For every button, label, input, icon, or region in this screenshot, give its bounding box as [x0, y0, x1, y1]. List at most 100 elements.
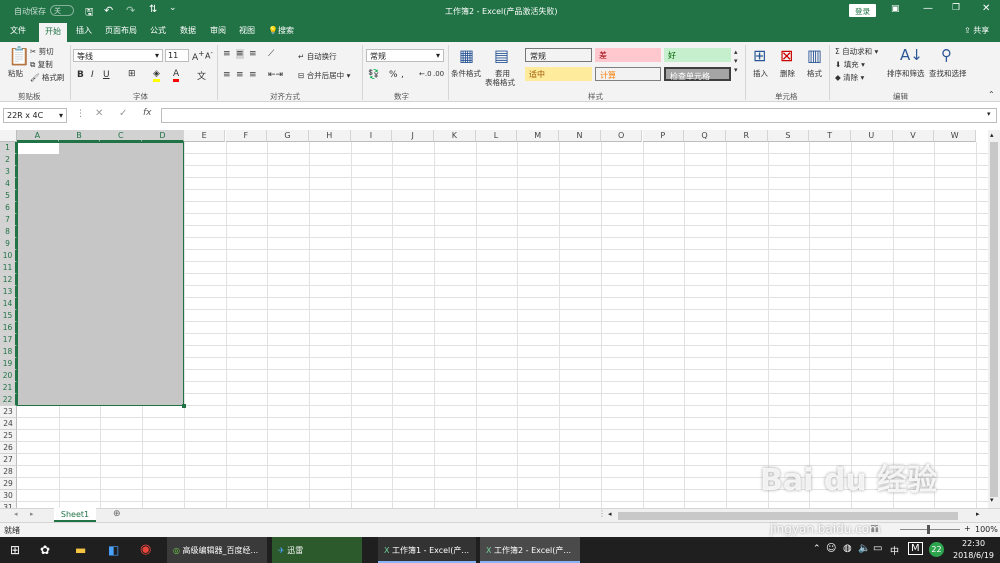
column-header-a[interactable]: A	[17, 130, 59, 142]
autosum-button[interactable]: Σ 自动求和 ▾	[835, 46, 878, 57]
row-header-6[interactable]: 6	[0, 202, 17, 214]
column-header-h[interactable]: H	[308, 130, 351, 142]
row-header-5[interactable]: 5	[0, 190, 17, 202]
active-cell[interactable]	[18, 143, 59, 154]
insert-cells-label[interactable]: 插入	[753, 68, 768, 79]
column-header-o[interactable]: O	[600, 130, 643, 142]
zoom-in-icon[interactable]: +	[964, 524, 971, 533]
phonetic-icon[interactable]: 文	[197, 69, 206, 82]
taskbar-item-editor[interactable]: ◎ 高级编辑器_百度经...	[167, 537, 267, 563]
style-calculation[interactable]: 计算	[595, 67, 661, 81]
expand-formula-icon[interactable]: ▾	[987, 110, 991, 118]
column-header-m[interactable]: M	[517, 130, 560, 142]
align-left-icon[interactable]: ≡	[223, 70, 231, 80]
shrink-font-icon[interactable]: A-	[205, 49, 213, 61]
split-handle-icon[interactable]: ⋮	[598, 509, 606, 518]
row-header-23[interactable]: 23	[0, 406, 17, 418]
chrome-icon[interactable]: ◉	[140, 542, 151, 557]
clear-button[interactable]: ◆ 清除 ▾	[835, 72, 864, 83]
indent-icon[interactable]: ⇤⇥	[268, 70, 283, 80]
row-header-11[interactable]: 11	[0, 262, 17, 274]
login-button[interactable]: 登录	[849, 4, 876, 17]
save-icon[interactable]: 🖫	[85, 5, 94, 22]
column-header-g[interactable]: G	[267, 130, 309, 142]
find-icon[interactable]: ⚲	[941, 46, 952, 64]
percent-button[interactable]: %	[389, 70, 398, 80]
merge-center-button[interactable]: ⊟ 合并后居中 ▾	[298, 70, 350, 81]
select-all-corner[interactable]	[0, 130, 17, 142]
column-header-k[interactable]: K	[434, 130, 476, 142]
delete-cells-label[interactable]: 删除	[780, 68, 795, 79]
row-header-4[interactable]: 4	[0, 178, 17, 190]
restore-icon[interactable]: ❐	[952, 3, 960, 13]
column-header-f[interactable]: F	[225, 130, 268, 142]
volume-icon[interactable]: 🔈	[858, 543, 870, 554]
column-header-q[interactable]: Q	[684, 130, 726, 142]
column-header-r[interactable]: R	[725, 130, 768, 142]
taskbar-item-xunlei[interactable]: ✈ 迅雷	[272, 537, 362, 563]
scroll-down-icon[interactable]: ▾	[990, 496, 994, 504]
wrap-text-button[interactable]: ↵ 自动换行	[298, 51, 337, 62]
sort-filter-label[interactable]: 排序和筛选	[887, 68, 925, 79]
column-header-c[interactable]: C	[100, 130, 143, 142]
borders-icon[interactable]: ⊞	[128, 69, 136, 79]
row-header-8[interactable]: 8	[0, 226, 17, 238]
row-header-26[interactable]: 26	[0, 442, 17, 454]
orientation-icon[interactable]: ⟋	[268, 49, 274, 59]
conditional-format-label[interactable]: 条件格式	[451, 68, 481, 79]
notification-badge[interactable]: 22	[929, 542, 944, 557]
style-check-cell[interactable]: 检查单元格	[664, 67, 731, 81]
row-header-29[interactable]: 29	[0, 478, 17, 490]
row-header-20[interactable]: 20	[0, 370, 17, 382]
row-header-3[interactable]: 3	[0, 166, 17, 178]
column-header-s[interactable]: S	[767, 130, 810, 142]
sheet-tab-sheet1[interactable]: Sheet1	[54, 508, 96, 522]
style-good[interactable]: 好	[664, 48, 731, 62]
align-center-icon[interactable]: ≡	[236, 70, 244, 80]
tab-formulas[interactable]: 公式	[150, 25, 166, 36]
copy-button[interactable]: ⧉ 复制	[30, 59, 53, 70]
find-select-label[interactable]: 查找和选择	[929, 68, 967, 79]
add-sheet-icon[interactable]: ⊕	[113, 509, 121, 519]
horizontal-scroll-thumb[interactable]	[618, 512, 958, 520]
paste-icon[interactable]: 📋	[8, 46, 30, 67]
row-header-25[interactable]: 25	[0, 430, 17, 442]
ribbon-display-icon[interactable]: ▣	[891, 4, 900, 14]
format-as-table-icon[interactable]: ▤	[494, 46, 509, 65]
scroll-left-icon[interactable]: ◂	[608, 510, 612, 518]
bold-button[interactable]: B	[77, 70, 84, 80]
clock-time[interactable]: 22:30	[962, 539, 985, 548]
task-view-icon[interactable]: ✿	[40, 543, 50, 557]
tray-emoji-icon[interactable]: ☺	[826, 543, 836, 554]
column-header-w[interactable]: W	[934, 130, 977, 142]
zoom-slider-thumb[interactable]	[927, 525, 930, 534]
row-header-10[interactable]: 10	[0, 250, 17, 262]
font-size-select[interactable]: 11	[165, 49, 189, 62]
column-header-p[interactable]: P	[642, 130, 685, 142]
autosave-toggle[interactable]: 关	[50, 5, 74, 16]
formula-input[interactable]	[161, 108, 997, 123]
row-header-24[interactable]: 24	[0, 418, 17, 430]
scroll-right-icon[interactable]: ▸	[976, 510, 980, 518]
column-header-j[interactable]: J	[392, 130, 434, 142]
prev-sheet-icon[interactable]: ◂	[14, 510, 18, 518]
column-header-i[interactable]: I	[350, 130, 393, 142]
fill-button[interactable]: ⬇ 填充 ▾	[835, 59, 865, 70]
row-header-15[interactable]: 15	[0, 310, 17, 322]
undo-icon[interactable]: ↶	[104, 4, 113, 17]
row-header-22[interactable]: 22	[0, 394, 17, 406]
column-header-t[interactable]: T	[809, 130, 851, 142]
column-header-l[interactable]: L	[475, 130, 518, 142]
grow-font-icon[interactable]: A+	[192, 49, 204, 63]
row-header-12[interactable]: 12	[0, 274, 17, 286]
sort-icon[interactable]: ⇅	[149, 4, 157, 15]
more-icon[interactable]: ⋮	[76, 109, 85, 119]
row-header-1[interactable]: 1	[0, 142, 17, 154]
cancel-entry-icon[interactable]: ✕	[95, 108, 103, 119]
align-right-icon[interactable]: ≡	[249, 70, 257, 80]
increase-decimal-icon[interactable]: ←.0	[419, 70, 432, 78]
align-bottom-icon[interactable]: ≡	[249, 49, 257, 59]
confirm-entry-icon[interactable]: ✓	[119, 108, 127, 119]
row-header-19[interactable]: 19	[0, 358, 17, 370]
currency-icon[interactable]: 💱	[368, 70, 379, 80]
